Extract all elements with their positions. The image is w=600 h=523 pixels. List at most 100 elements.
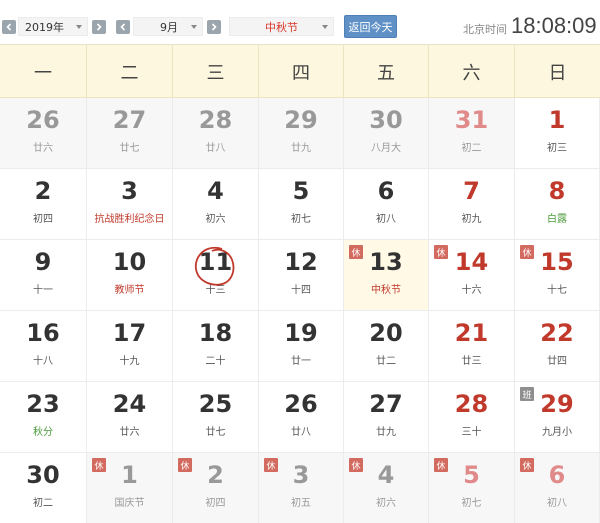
- day-number: 29: [540, 390, 574, 418]
- today-circle-stroke: [194, 246, 235, 286]
- lunar-date-label: 初九: [461, 214, 482, 225]
- lunar-date-label: 廿七: [205, 427, 226, 438]
- next-year-button[interactable]: [92, 20, 106, 34]
- calendar-day-cell[interactable]: 26 廿八: [259, 382, 344, 453]
- day-number: 20: [369, 319, 403, 347]
- calendar-day-cell[interactable]: 4 初六: [173, 169, 259, 240]
- day-number: 15: [540, 248, 574, 276]
- calendar-day-cell[interactable]: 30 初二: [0, 453, 87, 523]
- day-number: 5: [292, 177, 310, 205]
- lunar-date-label: 初八: [376, 214, 396, 225]
- calendar-day-cell[interactable]: 26 廿六: [0, 98, 87, 169]
- calendar-day-cell[interactable]: 休 15 十七: [515, 240, 600, 311]
- calendar-day-cell[interactable]: 休 13 中秋节: [344, 240, 429, 311]
- calendar-day-cell[interactable]: 23 秋分: [0, 382, 87, 453]
- calendar-day-cell[interactable]: 19 廿一: [259, 311, 344, 382]
- calendar-day-cell[interactable]: 7 初九: [429, 169, 515, 240]
- lunar-date-label: 初四: [205, 498, 226, 509]
- day-number: 8: [548, 177, 566, 205]
- calendar-day-cell[interactable]: 休 2 初四: [173, 453, 259, 523]
- calendar-day-cell[interactable]: 3 抗战胜利纪念日: [87, 169, 173, 240]
- lunar-date-label: 廿九: [291, 143, 311, 154]
- weekday-header-cell: 三: [173, 45, 259, 98]
- lunar-date-label: 初四: [33, 214, 53, 225]
- calendar-day-cell[interactable]: 27 廿七: [87, 98, 173, 169]
- lunar-date-label: 初七: [461, 498, 482, 509]
- calendar-day-cell[interactable]: 休 14 十六: [429, 240, 515, 311]
- calendar-day-cell[interactable]: 30 八月大: [344, 98, 429, 169]
- calendar-day-cell[interactable]: 21 廿三: [429, 311, 515, 382]
- day-number: 24: [112, 390, 147, 418]
- lunar-date-label: 廿六: [119, 427, 140, 438]
- holiday-select-value: 中秋节: [265, 20, 298, 34]
- calendar-day-cell[interactable]: 25 廿七: [173, 382, 259, 453]
- holiday-select[interactable]: 中秋节: [229, 17, 334, 36]
- calendar-day-cell[interactable]: 2 初四: [0, 169, 87, 240]
- calendar-day-cell[interactable]: 29 廿九: [259, 98, 344, 169]
- day-number: 23: [26, 390, 60, 418]
- lunar-date-label: 廿七: [119, 143, 140, 154]
- lunar-date-label: 十七: [547, 285, 567, 296]
- calendar-day-cell[interactable]: 休 6 初八: [515, 453, 600, 523]
- calendar-day-cell[interactable]: 27 廿九: [344, 382, 429, 453]
- calendar-day-cell[interactable]: 16 十八: [0, 311, 87, 382]
- today-circle-icon: [194, 246, 235, 286]
- month-select[interactable]: 9月: [133, 17, 203, 36]
- calendar-day-cell[interactable]: 休 4 初六: [344, 453, 429, 523]
- calendar-day-cell[interactable]: 班 29 九月小: [515, 382, 600, 453]
- prev-year-button[interactable]: [2, 20, 16, 34]
- calendar-day-cell[interactable]: 31 初二: [429, 98, 515, 169]
- calendar-day-cell[interactable]: 11 十三: [173, 240, 259, 311]
- calendar-day-cell[interactable]: 8 白露: [515, 169, 600, 240]
- lunar-date-label: 廿一: [291, 356, 311, 367]
- back-to-today-button[interactable]: 返回今天: [344, 15, 397, 38]
- calendar-day-cell[interactable]: 24 廿六: [87, 382, 173, 453]
- calendar-grid: 一二三四五六日 26 廿六 27 廿七 28 廿八 29 廿九 30 八月大 31 初二 1 初三 2 初四 3…: [0, 44, 600, 523]
- year-select[interactable]: 2019年: [18, 17, 88, 36]
- lunar-date-label: 初二: [461, 143, 482, 154]
- day-number: 5: [463, 461, 480, 489]
- lunar-date-label: 初六: [376, 498, 396, 509]
- lunar-date-label: 廿八: [291, 427, 311, 438]
- day-number: 2: [34, 177, 52, 205]
- calendar-day-cell[interactable]: 1 初三: [515, 98, 600, 169]
- calendar-day-cell[interactable]: 9 十一: [0, 240, 87, 311]
- calendar-day-cell[interactable]: 17 十九: [87, 311, 173, 382]
- month-select-value: 9月: [160, 20, 178, 34]
- chevron-down-icon: [191, 25, 197, 29]
- beijing-time-clock: 18:08:09: [511, 13, 597, 38]
- calendar-day-cell[interactable]: 休 5 初七: [429, 453, 515, 523]
- prev-month-button[interactable]: [116, 20, 130, 34]
- day-number: 7: [463, 177, 480, 205]
- calendar-day-cell[interactable]: 18 二十: [173, 311, 259, 382]
- lunar-date-label: 九月小: [542, 427, 572, 438]
- lunar-date-label: 抗战胜利纪念日: [94, 214, 165, 225]
- lunar-date-label: 初二: [33, 498, 53, 509]
- calendar-day-cell[interactable]: 5 初七: [259, 169, 344, 240]
- lunar-date-label: 廿九: [376, 427, 396, 438]
- calendar-day-cell[interactable]: 10 教师节: [87, 240, 173, 311]
- next-month-button[interactable]: [207, 20, 221, 34]
- calendar-day-cell[interactable]: 休 1 国庆节: [87, 453, 173, 523]
- day-number: 4: [377, 461, 395, 489]
- day-number: 28: [198, 106, 233, 134]
- calendar-toolbar: 2019年 9月 中秋节 返回今天 北京时间 18:08:09: [0, 0, 600, 44]
- year-select-value: 2019年: [25, 20, 64, 34]
- calendar-day-cell[interactable]: 28 三十: [429, 382, 515, 453]
- calendar-day-cell[interactable]: 28 廿八: [173, 98, 259, 169]
- chevron-down-icon: [322, 25, 328, 29]
- calendar-day-cell[interactable]: 休 3 初五: [259, 453, 344, 523]
- day-number: 10: [112, 248, 147, 276]
- lunar-date-label: 初八: [547, 498, 567, 509]
- weekday-header-cell: 一: [0, 45, 87, 98]
- day-number: 17: [112, 319, 147, 347]
- calendar-day-cell[interactable]: 12 十四: [259, 240, 344, 311]
- calendar-day-cell[interactable]: 22 廿四: [515, 311, 600, 382]
- calendar-day-cell[interactable]: 20 廿二: [344, 311, 429, 382]
- lunar-date-label: 十九: [119, 356, 140, 367]
- calendar-day-cell[interactable]: 6 初八: [344, 169, 429, 240]
- day-number: 19: [284, 319, 318, 347]
- lunar-date-label: 廿六: [33, 143, 53, 154]
- day-number: 3: [292, 461, 310, 489]
- lunar-date-label: 秋分: [33, 427, 53, 438]
